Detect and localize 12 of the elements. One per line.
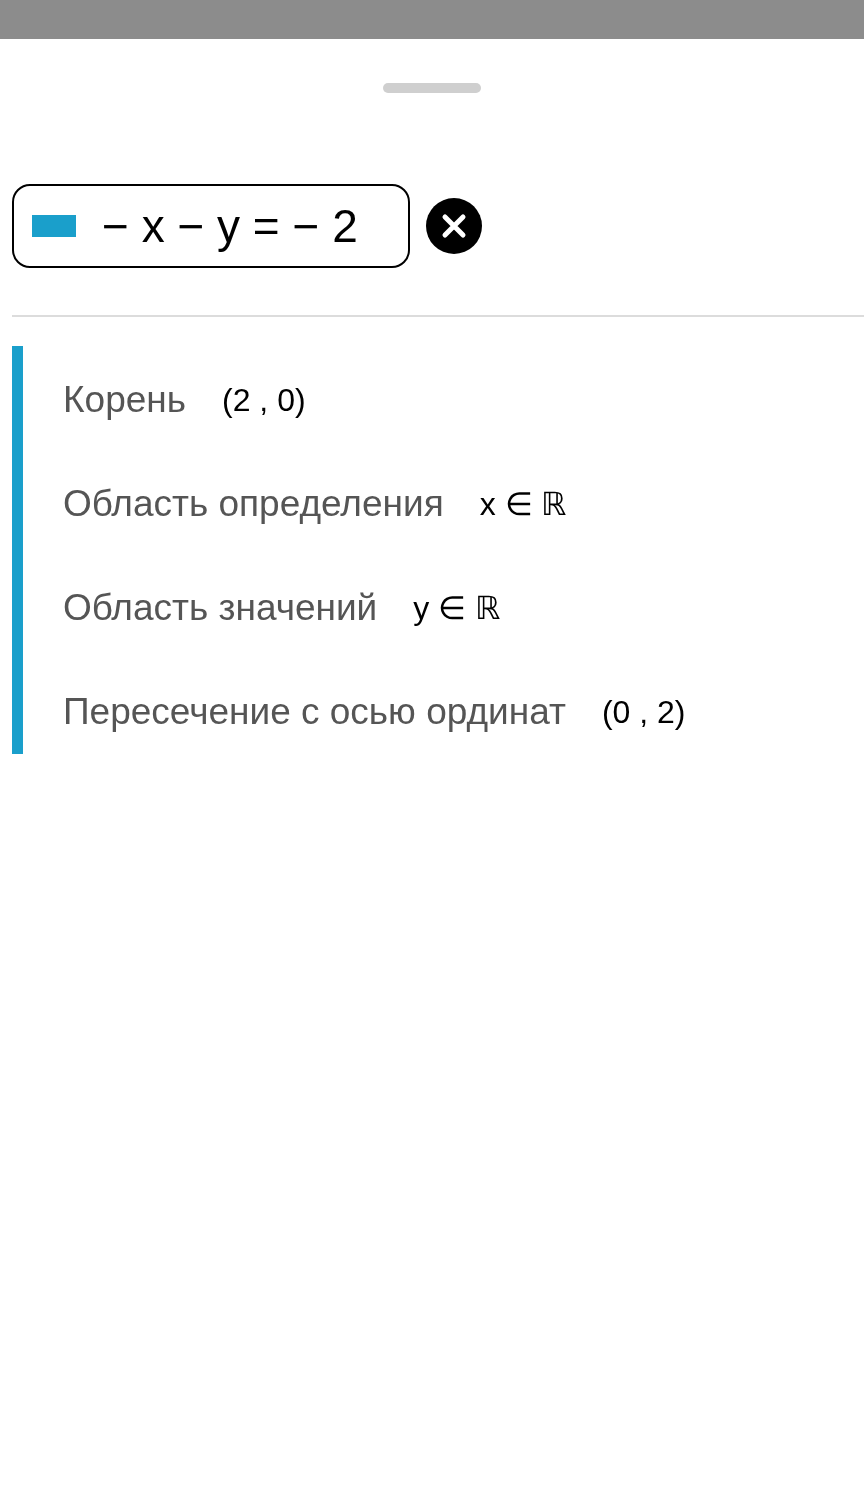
property-value: (0 , 2) [601,693,686,732]
property-value: y ∈ ℝ [413,589,501,628]
property-label: Область значений [63,586,378,631]
property-value: (2 , 0) [222,381,306,420]
equation-text: − x − y = − 2 [102,198,358,254]
property-label: Область определения [63,482,444,527]
drag-handle[interactable] [383,83,481,93]
property-value: x ∈ ℝ [479,485,567,524]
close-icon[interactable] [426,198,482,254]
equation-field[interactable]: − x − y = − 2 [12,184,410,268]
property-label: Пересечение с осью ординат [63,690,566,735]
property-label: Корень [63,378,186,423]
